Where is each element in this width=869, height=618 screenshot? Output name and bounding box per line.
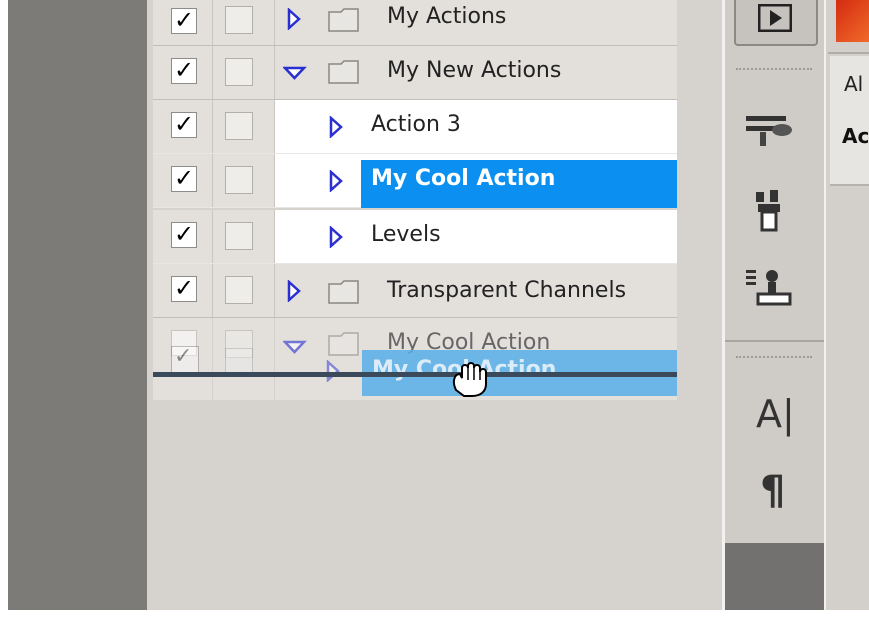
strip-divider bbox=[722, 0, 725, 612]
action-row-selected[interactable]: ✓ My Cool Action bbox=[153, 154, 677, 208]
clone-source-icon[interactable] bbox=[740, 186, 800, 238]
expand-triangle-icon[interactable] bbox=[287, 8, 301, 30]
dialog-column bbox=[213, 100, 275, 153]
action-label: My Cool Action bbox=[371, 166, 556, 191]
dialog-toggle[interactable] bbox=[225, 6, 253, 34]
action-set-label: My New Actions bbox=[387, 58, 562, 83]
toggle-checkbox[interactable]: ✓ bbox=[171, 6, 197, 34]
panel-separator bbox=[736, 68, 812, 72]
panel-separator-line bbox=[725, 340, 824, 342]
canvas-area bbox=[8, 0, 147, 610]
play-icon bbox=[757, 3, 793, 36]
paragraph-icon[interactable]: ¶ bbox=[760, 468, 785, 514]
collapse-triangle-icon[interactable] bbox=[283, 340, 307, 354]
folder-icon bbox=[327, 6, 361, 38]
toggle-column: ✓ bbox=[153, 210, 213, 263]
dialog-toggle[interactable] bbox=[225, 222, 253, 250]
expand-triangle-icon[interactable] bbox=[329, 226, 343, 248]
toggle-checkbox[interactable]: ✓ bbox=[171, 164, 197, 192]
action-label: Action 3 bbox=[371, 112, 461, 137]
side-tab-1[interactable]: Al bbox=[844, 72, 863, 96]
toggle-checkbox[interactable]: ✓ bbox=[171, 110, 197, 138]
dialog-column bbox=[213, 0, 275, 45]
ghost-checkbox: ✓ bbox=[171, 344, 199, 374]
folder-icon bbox=[327, 58, 361, 90]
checkmark-icon: ✓ bbox=[174, 6, 195, 34]
checkmark-icon: ✓ bbox=[174, 110, 195, 138]
checkmark-icon: ✓ bbox=[174, 344, 193, 369]
action-row[interactable]: ✓ Action 3 bbox=[153, 100, 677, 154]
action-set-row[interactable]: ✓ Transparent Channels bbox=[153, 264, 677, 318]
action-label: Levels bbox=[371, 222, 441, 247]
dialog-column bbox=[213, 210, 275, 263]
toggle-column: ✓ bbox=[153, 100, 213, 153]
brushes-icon[interactable] bbox=[740, 104, 800, 156]
folder-icon bbox=[327, 278, 361, 310]
expand-triangle-icon[interactable] bbox=[329, 116, 343, 138]
window-bottom-edge bbox=[8, 610, 869, 618]
action-set-label: My Actions bbox=[387, 4, 507, 29]
dialog-toggle[interactable] bbox=[225, 58, 253, 86]
toggle-column: ✓ bbox=[153, 46, 213, 99]
toggle-column: ✓ bbox=[153, 0, 213, 45]
strip-bottom-fill bbox=[725, 543, 824, 612]
action-set-row[interactable]: ✓ My New Actions bbox=[153, 46, 677, 100]
action-set-label: Transparent Channels bbox=[387, 278, 627, 303]
hand-cursor-icon bbox=[448, 360, 494, 402]
panel-divider bbox=[824, 0, 826, 612]
drop-indicator-line bbox=[153, 372, 677, 377]
expand-triangle-icon[interactable] bbox=[329, 170, 343, 192]
toggle-checkbox[interactable]: ✓ bbox=[171, 274, 197, 302]
dialog-column bbox=[213, 264, 275, 317]
action-row[interactable]: ✓ Levels bbox=[153, 210, 677, 264]
play-button[interactable] bbox=[734, 0, 818, 46]
collapse-triangle-icon[interactable] bbox=[283, 66, 307, 80]
dialog-toggle[interactable] bbox=[225, 166, 253, 194]
tool-presets-icon[interactable] bbox=[740, 264, 800, 316]
folder-icon bbox=[327, 330, 361, 362]
toggle-column: ✓ bbox=[153, 154, 213, 207]
color-swatch[interactable] bbox=[836, 0, 869, 42]
character-icon[interactable]: A| bbox=[756, 392, 795, 436]
action-set-row[interactable]: ✓ My Actions bbox=[153, 0, 677, 46]
side-tab-2[interactable]: Ac bbox=[842, 124, 869, 148]
dialog-toggle[interactable] bbox=[225, 276, 253, 304]
tab-divider bbox=[828, 52, 869, 54]
checkmark-icon: ✓ bbox=[174, 220, 195, 248]
toggle-checkbox[interactable]: ✓ bbox=[171, 220, 197, 248]
checkmark-icon: ✓ bbox=[174, 274, 195, 302]
checkmark-icon: ✓ bbox=[174, 56, 195, 84]
panel-separator bbox=[736, 356, 812, 360]
expand-triangle-icon[interactable] bbox=[287, 280, 301, 302]
toggle-column: ✓ bbox=[153, 264, 213, 317]
dialog-column bbox=[213, 46, 275, 99]
dialog-toggle[interactable] bbox=[225, 112, 253, 140]
dialog-column bbox=[213, 154, 275, 207]
toggle-checkbox[interactable]: ✓ bbox=[171, 56, 197, 84]
checkmark-icon: ✓ bbox=[174, 164, 195, 192]
